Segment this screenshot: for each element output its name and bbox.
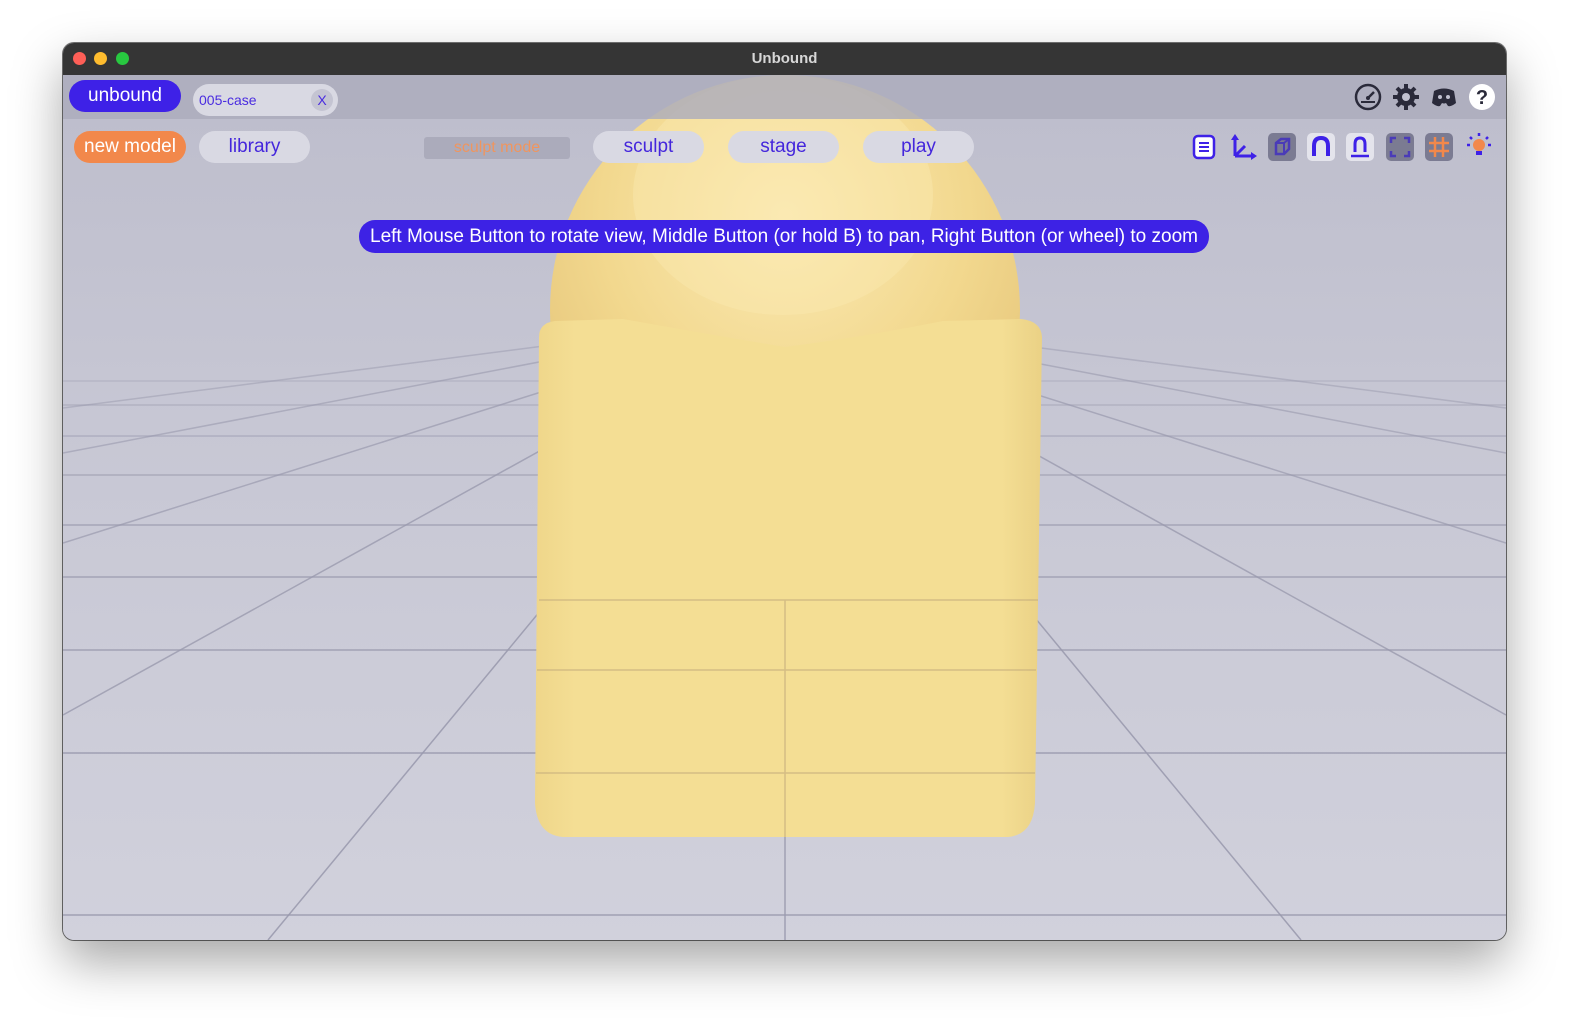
brand-button[interactable]: unbound	[69, 80, 181, 112]
grid-icon[interactable]	[1424, 132, 1454, 162]
tab-sculpt[interactable]: sculpt	[593, 131, 704, 163]
app-window: Unbound unbound 005-case X ? new model l…	[63, 43, 1506, 940]
speedometer-icon[interactable]	[1353, 82, 1383, 112]
magnet-icon[interactable]	[1306, 132, 1336, 162]
box-shape[interactable]	[535, 319, 1042, 837]
file-tab-close-button[interactable]: X	[311, 89, 333, 111]
svg-text:?: ?	[1476, 87, 1488, 109]
3d-viewport[interactable]: unbound 005-case X ? new model library s…	[63, 75, 1506, 940]
frame-icon[interactable]	[1385, 132, 1415, 162]
axes-icon[interactable]	[1228, 132, 1258, 162]
scene-canvas[interactable]	[63, 75, 1506, 940]
list-icon[interactable]	[1189, 132, 1219, 162]
new-model-button[interactable]: new model	[74, 131, 186, 163]
file-tab[interactable]: 005-case X	[193, 84, 338, 116]
gear-icon[interactable]	[1391, 82, 1421, 112]
snap-icon[interactable]	[1345, 132, 1375, 162]
navigation-hint: Left Mouse Button to rotate view, Middle…	[359, 220, 1209, 253]
tab-play[interactable]: play	[863, 131, 974, 163]
window-title: Unbound	[751, 50, 818, 67]
file-tab-name: 005-case	[199, 92, 257, 108]
light-bulb-icon[interactable]	[1464, 132, 1494, 162]
discord-icon[interactable]	[1429, 82, 1459, 112]
help-icon[interactable]: ?	[1467, 82, 1497, 112]
title-bar: Unbound	[63, 43, 1506, 76]
library-button[interactable]: library	[199, 131, 310, 163]
tab-stage[interactable]: stage	[728, 131, 839, 163]
shading-cube-icon[interactable]	[1267, 132, 1297, 162]
mode-indicator: sculpt mode	[424, 137, 570, 159]
